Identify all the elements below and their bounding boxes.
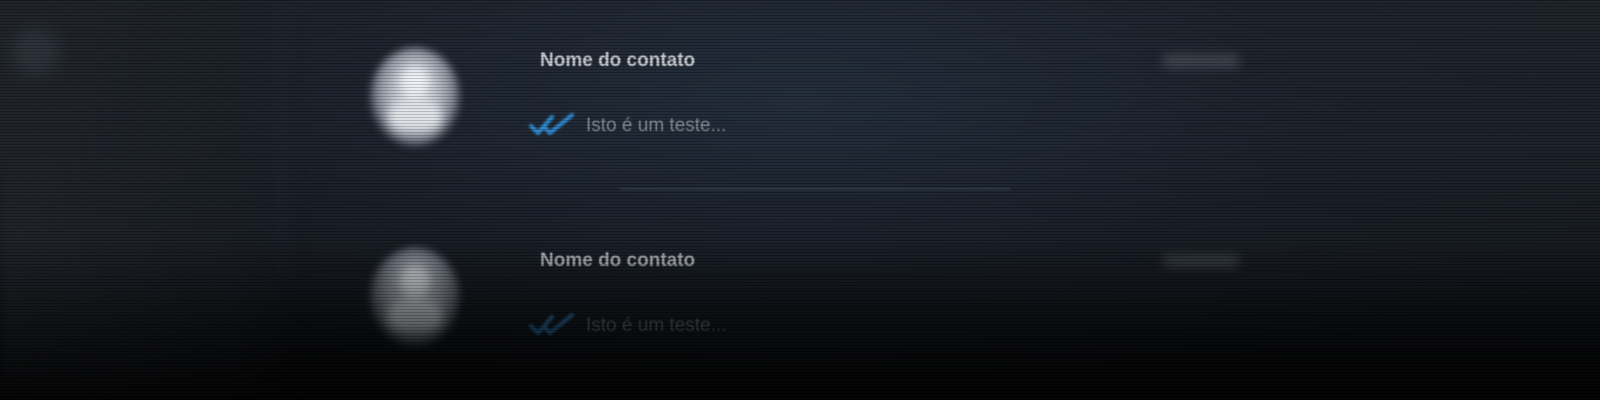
double-check-icon [529,313,574,335]
avatar-head [400,266,430,298]
avatar-body [388,98,442,132]
message-preview: Isto é um teste... [586,315,727,336]
contact-avatar-icon [370,48,460,146]
list-divider [620,188,1010,190]
double-check-icon [529,113,574,135]
chat-list: Nome do contato Isto é um teste... Nome … [0,0,1600,400]
contact-avatar-icon [370,248,460,346]
message-preview: Isto é um teste... [586,115,727,136]
contact-name: Nome do contato [540,50,696,71]
avatar-body [388,298,442,332]
contact-name: Nome do contato [540,250,696,271]
chat-list-item[interactable]: Nome do contato Isto é um teste... [0,200,1600,360]
chat-list-screen: Nome do contato Isto é um teste... Nome … [0,0,1600,400]
avatar-head [400,66,430,98]
message-timestamp [1162,254,1240,268]
chat-list-item[interactable]: Nome do contato Isto é um teste... [0,0,1600,160]
message-timestamp [1162,54,1240,68]
